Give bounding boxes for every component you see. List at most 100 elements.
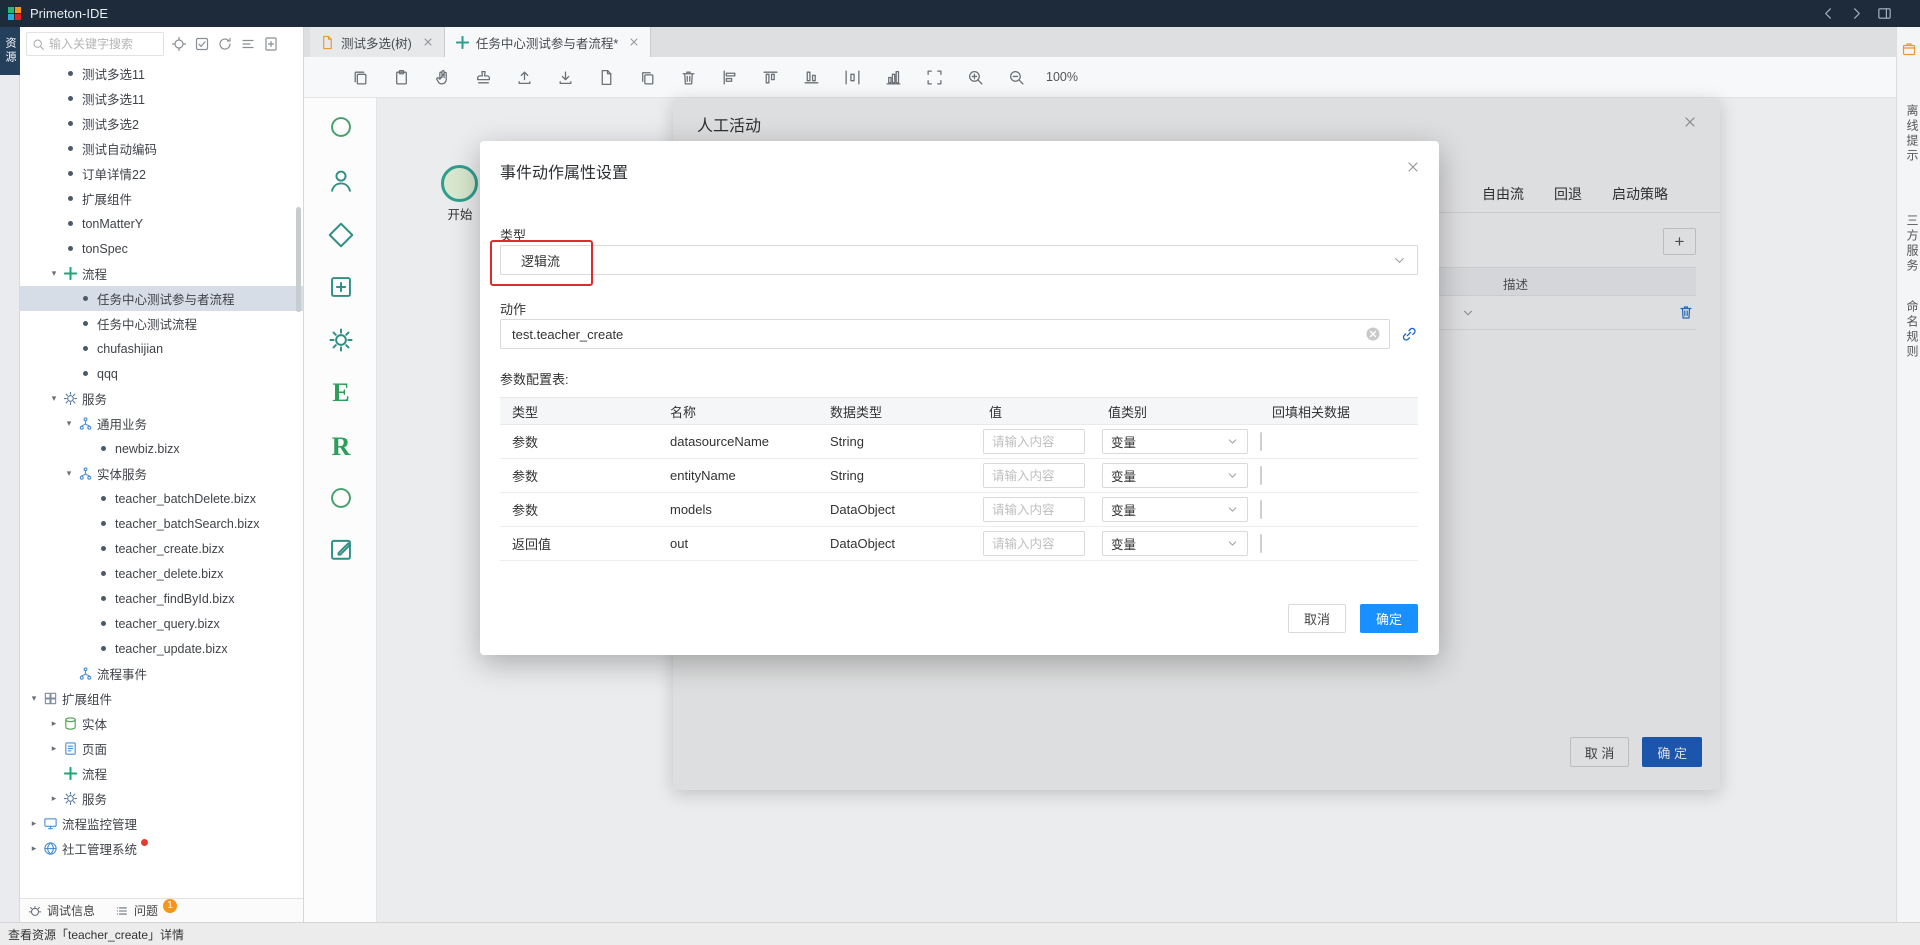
tree-item[interactable]: ▸实体	[20, 711, 303, 736]
toolbar-file-icon[interactable]	[593, 64, 619, 90]
caret-icon[interactable]: ▸	[47, 718, 61, 729]
caret-icon[interactable]: ▾	[47, 393, 61, 404]
backfill-checkbox[interactable]	[1260, 466, 1262, 485]
tree-item[interactable]: ▸服务	[20, 786, 303, 811]
backfill-checkbox[interactable]	[1260, 500, 1262, 519]
close-tab-icon[interactable]	[628, 36, 640, 48]
caret-icon[interactable]: ▸	[47, 743, 61, 754]
validate-icon[interactable]	[194, 36, 210, 52]
tree-item[interactable]: tonSpec	[20, 236, 303, 261]
tree-item[interactable]: 扩展组件	[20, 186, 303, 211]
locate-icon[interactable]	[171, 36, 187, 52]
backfill-checkbox[interactable]	[1260, 432, 1262, 451]
backfill-checkbox[interactable]	[1260, 534, 1262, 553]
toolbar-download-icon[interactable]	[552, 64, 578, 90]
tree-item[interactable]: ▸页面	[20, 736, 303, 761]
param-value-input[interactable]	[983, 497, 1085, 522]
tree-item[interactable]: 测试自动编码	[20, 136, 303, 161]
resources-rail-tab[interactable]: 资源	[0, 27, 20, 75]
search-input[interactable]	[49, 37, 153, 51]
toolbar-trash-icon[interactable]	[675, 64, 701, 90]
param-value-input[interactable]	[983, 531, 1085, 556]
tree-scrollbar[interactable]	[296, 207, 301, 312]
action-input[interactable]	[500, 319, 1390, 349]
tree-item[interactable]: chufashijian	[20, 336, 303, 361]
toolbar-zoom-out-icon[interactable]	[1003, 64, 1029, 90]
toolbar-chart-icon[interactable]	[880, 64, 906, 90]
value-category-select[interactable]: 变量	[1102, 531, 1248, 556]
toolbar-duplicate-icon[interactable]	[634, 64, 660, 90]
toolbar-fit-icon[interactable]	[921, 64, 947, 90]
palette-gear-item[interactable]	[325, 324, 357, 356]
caret-icon[interactable]: ▾	[27, 693, 41, 704]
bottom-tab-debug[interactable]: 调试信息	[28, 902, 95, 919]
link-icon[interactable]	[1400, 325, 1418, 343]
tree-item[interactable]: 流程事件	[20, 661, 303, 686]
toolbox-icon[interactable]	[1901, 41, 1917, 57]
toolbar-zoom-in-icon[interactable]	[962, 64, 988, 90]
palette-square-plus-item[interactable]	[325, 271, 357, 303]
tree-item[interactable]: teacher_batchSearch.bizx	[20, 511, 303, 536]
tree-item[interactable]: ▾服务	[20, 386, 303, 411]
value-category-select[interactable]: 变量	[1102, 463, 1248, 488]
toolbar-stamp-icon[interactable]	[470, 64, 496, 90]
toolbar-align-top-icon[interactable]	[757, 64, 783, 90]
tree-item[interactable]: teacher_query.bizx	[20, 611, 303, 636]
toolbar-upload-icon[interactable]	[511, 64, 537, 90]
close-icon[interactable]	[1405, 159, 1421, 175]
tree-item[interactable]: ▾流程	[20, 261, 303, 286]
editor-tab[interactable]: 测试多选(树)	[310, 27, 445, 57]
toolbar-distribute-icon[interactable]	[839, 64, 865, 90]
panel-icon[interactable]	[1877, 6, 1892, 21]
palette-letter-r-item[interactable]: R	[325, 431, 357, 463]
tree-item[interactable]: ▾通用业务	[20, 411, 303, 436]
tree-item[interactable]: 测试多选11	[20, 61, 303, 86]
tree-item[interactable]: teacher_create.bizx	[20, 536, 303, 561]
value-category-select[interactable]: 变量	[1102, 429, 1248, 454]
toolbar-paste-icon[interactable]	[388, 64, 414, 90]
search-box[interactable]	[26, 32, 164, 56]
chevron-left-icon[interactable]	[1821, 6, 1836, 21]
toolbar-align-left-icon[interactable]	[716, 64, 742, 90]
close-tab-icon[interactable]	[422, 36, 434, 48]
type-select[interactable]: 逻辑流	[500, 245, 1418, 275]
tree-item[interactable]: tonMatterY	[20, 211, 303, 236]
caret-icon[interactable]: ▸	[47, 793, 61, 804]
palette-letter-e-item[interactable]: E	[325, 377, 357, 409]
tree-item[interactable]: 任务中心测试流程	[20, 311, 303, 336]
tree-item[interactable]: newbiz.bizx	[20, 436, 303, 461]
ok-button[interactable]: 确定	[1360, 604, 1418, 633]
palette-diamond-item[interactable]	[325, 219, 357, 251]
param-value-input[interactable]	[983, 463, 1085, 488]
caret-icon[interactable]: ▾	[47, 268, 61, 279]
tree-item[interactable]: 测试多选2	[20, 111, 303, 136]
right-rail-item[interactable]: 离线提示	[1897, 104, 1920, 164]
tree-item[interactable]: teacher_batchDelete.bizx	[20, 486, 303, 511]
chevron-right-icon[interactable]	[1849, 6, 1864, 21]
tree-item[interactable]: ▸社工管理系统	[20, 836, 303, 861]
caret-icon[interactable]: ▾	[62, 468, 76, 479]
tree-item[interactable]: 订单详情22	[20, 161, 303, 186]
bottom-tab-problems[interactable]: 问题1	[115, 902, 177, 919]
tree-item[interactable]: teacher_update.bizx	[20, 636, 303, 661]
tree-item[interactable]: teacher_delete.bizx	[20, 561, 303, 586]
collapse-icon[interactable]	[240, 36, 256, 52]
value-category-select[interactable]: 变量	[1102, 497, 1248, 522]
caret-icon[interactable]: ▾	[62, 418, 76, 429]
tree-item[interactable]: 任务中心测试参与者流程	[20, 286, 303, 311]
palette-person-item[interactable]	[325, 165, 357, 197]
right-rail-item[interactable]: 命名规则	[1897, 300, 1920, 360]
cancel-button[interactable]: 取消	[1288, 604, 1346, 633]
tree-item[interactable]: 测试多选11	[20, 86, 303, 111]
tree-item[interactable]: teacher_findById.bizx	[20, 586, 303, 611]
tree-item[interactable]: ▾实体服务	[20, 461, 303, 486]
newdoc-icon[interactable]	[263, 36, 279, 52]
toolbar-align-bottom-icon[interactable]	[798, 64, 824, 90]
toolbar-hand-icon[interactable]	[429, 64, 455, 90]
editor-tab[interactable]: 任务中心测试参与者流程*	[445, 27, 651, 57]
tree-item[interactable]: 流程	[20, 761, 303, 786]
right-rail-item[interactable]: 三方服务	[1897, 214, 1920, 274]
clear-icon[interactable]	[1365, 326, 1381, 342]
palette-circle-item[interactable]	[325, 482, 357, 514]
param-value-input[interactable]	[983, 429, 1085, 454]
